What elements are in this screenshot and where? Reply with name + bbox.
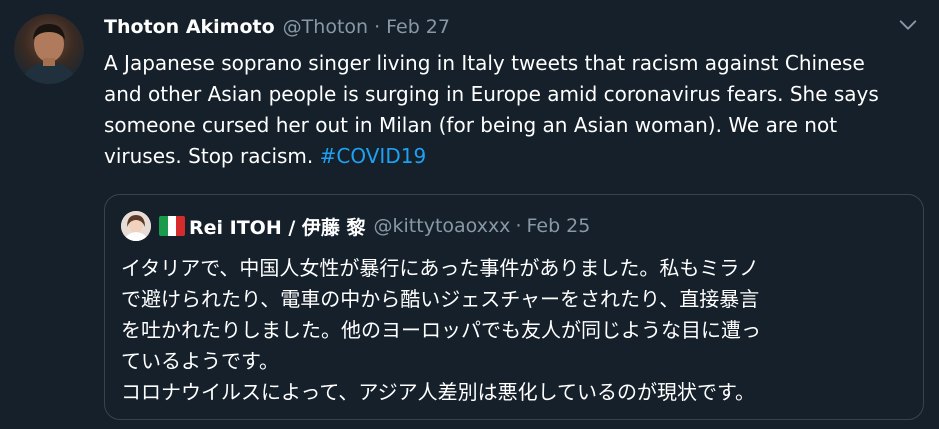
tweet-text-line: someone cursed her out in Milan (for bei… [104,113,838,137]
author-handle[interactable]: @Thoton [283,16,368,38]
tweet-text-line: A Japanese soprano singer living in Ital… [104,51,865,75]
tweet-header: Thoton Akimoto @Thoton · Feb 27 [104,12,450,42]
tweet-menu-button[interactable] [895,12,921,38]
author-avatar[interactable] [14,14,84,84]
quoted-text-line: を吐かれたりしました。他のヨーロッパでも友人が同じような目に遭っ [121,318,761,342]
quoted-author-display-name[interactable]: Rei ITOH / 伊藤 黎 [189,213,366,240]
tweet[interactable]: Thoton Akimoto @Thoton · Feb 27 A Japane… [0,0,939,429]
tweet-text-fragment: viruses. Stop racism. [104,144,320,168]
quoted-author-avatar[interactable] [121,211,151,241]
header-separator: · [374,16,381,38]
quoted-text-line: で避けられたり、電車の中から酷いジェスチャーをされたり、直接暴言 [121,287,760,311]
tweet-text-line: and other Asian people is surging in Eur… [104,82,879,106]
quoted-tweet-header: Rei ITOH / 伊藤 黎 @kittytoaoxxx · Feb 25 [121,211,590,241]
quoted-text-line: コロナウイルスによって、アジア人差別は悪化しているのが現状です。 [121,380,755,404]
user-avatar-icon [121,211,151,241]
tweet-text-line-last: viruses. Stop racism. #COVID19 [104,141,904,172]
tweet-date[interactable]: Feb 27 [386,16,450,38]
quoted-author-handle[interactable]: @kittytoaoxxx [374,215,511,237]
author-display-name[interactable]: Thoton Akimoto [104,16,275,38]
tweet-text: A Japanese soprano singer living in Ital… [104,48,904,172]
chevron-down-icon [899,20,917,30]
quoted-header-separator: · [515,215,522,237]
quoted-tweet-date[interactable]: Feb 25 [526,215,590,237]
quoted-text-line: ているようです。 [121,349,279,373]
user-avatar-icon [22,24,76,84]
quoted-tweet-text: イタリアで、中国人女性が暴行にあった事件がありました。私もミラノ で避けられたり… [121,253,911,408]
quoted-tweet[interactable]: Rei ITOH / 伊藤 黎 @kittytoaoxxx · Feb 25 イ… [104,194,924,420]
quoted-text-line: イタリアで、中国人女性が暴行にあった事件がありました。私もミラノ [121,256,759,280]
italy-flag-icon [159,216,185,236]
hashtag-link[interactable]: #COVID19 [320,144,427,168]
